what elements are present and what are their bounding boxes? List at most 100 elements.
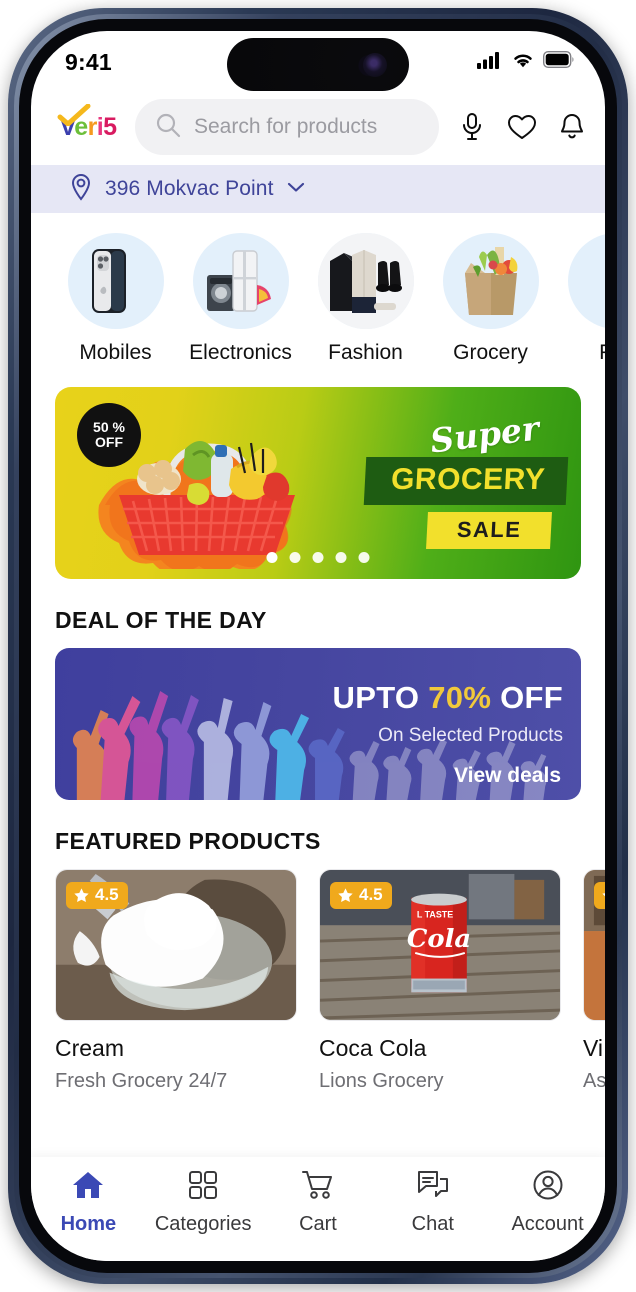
- deal-section-title: DEAL OF THE DAY: [55, 607, 267, 633]
- category-thumb: [567, 233, 605, 329]
- star-icon: [74, 887, 89, 902]
- carousel-dot-active[interactable]: [266, 552, 278, 563]
- product-card[interactable]: 4.5 Cream Fresh Grocery 24/7: [55, 869, 297, 1093]
- category-label: Electronics: [189, 341, 292, 364]
- product-seller: As: [583, 1070, 605, 1092]
- nav-label: Cart: [299, 1213, 337, 1235]
- smartphone-icon: [91, 249, 126, 313]
- discount-badge-off: OFF: [95, 434, 123, 450]
- deal-upto-word: UPTO: [332, 680, 420, 715]
- nav-item-categories[interactable]: Categories: [149, 1169, 257, 1236]
- category-label: Mobiles: [79, 341, 152, 364]
- product-seller: Fresh Grocery 24/7: [55, 1070, 228, 1092]
- category-label: Fashion: [328, 341, 403, 364]
- promo-subline-wrap: SALE: [425, 512, 552, 549]
- product-image: Cola L TASTE 4.5: [319, 869, 561, 1021]
- promo-headline: GROCERY: [363, 457, 569, 505]
- app-logo-text: Veri5: [57, 103, 117, 142]
- category-thumb: [442, 233, 539, 329]
- logo-letter-5: 5: [103, 112, 117, 141]
- product-image: 4.5: [55, 869, 297, 1021]
- status-bar: 9:41: [31, 31, 605, 93]
- user-circle-icon: [532, 1169, 564, 1206]
- category-thumb: [317, 233, 414, 329]
- clothing-icon: [317, 233, 414, 329]
- phone-screen: 9:41 Veri5 Search for products 396 Mokva…: [31, 31, 605, 1261]
- nav-item-home[interactable]: Home: [34, 1169, 142, 1236]
- location-bar[interactable]: 396 Mokvac Point: [31, 165, 605, 213]
- nav-label: Chat: [411, 1213, 454, 1235]
- shopping-cart-icon: [301, 1169, 335, 1206]
- category-label: Grocery: [453, 341, 528, 364]
- deal-headline: UPTO 70% OFF: [333, 680, 563, 716]
- product-name: Cream: [55, 1035, 125, 1061]
- cellular-bars-icon: [477, 51, 503, 74]
- category-item-fashion[interactable]: Fashion: [303, 233, 428, 365]
- category-item-grocery[interactable]: Grocery: [428, 233, 553, 365]
- rating-badge: 4.5: [330, 882, 392, 909]
- heart-icon[interactable]: [507, 111, 537, 143]
- deal-off-word: OFF: [500, 680, 563, 715]
- bell-icon[interactable]: [557, 111, 587, 143]
- grocery-bag-icon: [464, 247, 517, 315]
- carousel-dot[interactable]: [289, 552, 301, 563]
- product-name: Vi: [583, 1035, 604, 1061]
- chat-bubble-icon: [416, 1169, 450, 1206]
- category-item-electronics[interactable]: Electronics: [178, 233, 303, 365]
- status-bar-indicators: [477, 50, 575, 74]
- category-strip[interactable]: Mobiles Electronics Fashion Grocery: [31, 213, 605, 373]
- status-bar-clock: 9:41: [65, 48, 112, 75]
- nav-label: Home: [60, 1213, 117, 1235]
- search-bar[interactable]: Search for products: [135, 99, 439, 155]
- header-actions: [439, 111, 605, 143]
- category-item-personal-care[interactable]: Per: [553, 233, 605, 365]
- carousel-dots[interactable]: [266, 552, 370, 563]
- category-label: Per: [599, 341, 605, 365]
- screenshot-root: 9:41 Veri5 Search for products 396 Mokva…: [0, 0, 636, 1292]
- search-icon: [155, 112, 181, 143]
- carousel-dot[interactable]: [358, 552, 370, 563]
- category-item-mobiles[interactable]: Mobiles: [53, 233, 178, 365]
- svg-text:Cola: Cola: [407, 924, 471, 954]
- bottom-navigation: Home Categories Cart Chat Account: [31, 1157, 605, 1261]
- product-card[interactable]: 4.5 Vi As: [583, 869, 605, 1093]
- appliances-icon: [206, 250, 271, 312]
- front-camera-icon: [363, 52, 387, 77]
- carousel-dot[interactable]: [335, 552, 347, 563]
- deal-subtitle: On Selected Products: [378, 725, 563, 746]
- product-card[interactable]: Cola L TASTE 4.5 Coca Cola Lions Grocery: [319, 869, 561, 1093]
- chevron-down-icon[interactable]: [286, 180, 306, 199]
- category-thumb: [192, 233, 289, 329]
- search-input[interactable]: Search for products: [194, 115, 377, 139]
- featured-products-list[interactable]: 4.5 Cream Fresh Grocery 24/7 Cola L TAST…: [31, 869, 605, 1093]
- promo-banner-carousel[interactable]: 50 % OFF Super GROCERY SALE: [55, 387, 581, 579]
- rating-badge: 4.5: [594, 882, 605, 909]
- nav-item-cart[interactable]: Cart: [264, 1169, 372, 1236]
- check-mark-icon: [57, 103, 91, 126]
- product-name: Coca Cola: [319, 1035, 427, 1061]
- star-icon: [338, 887, 353, 902]
- grid-icon: [187, 1169, 219, 1206]
- nav-label: Account: [511, 1213, 584, 1235]
- microphone-icon[interactable]: [457, 111, 487, 143]
- discount-badge: 50 % OFF: [77, 403, 141, 467]
- app-logo[interactable]: Veri5: [45, 103, 131, 142]
- promo-headline-wrap: GROCERY: [363, 457, 569, 505]
- deal-banner-text: UPTO 70% OFF On Selected Products: [333, 680, 563, 747]
- product-seller: Lions Grocery: [319, 1070, 444, 1092]
- carousel-dot[interactable]: [312, 552, 324, 563]
- nav-item-chat[interactable]: Chat: [379, 1169, 487, 1236]
- view-deals-link[interactable]: View deals: [454, 764, 561, 788]
- category-thumb: [67, 233, 164, 329]
- home-scroll-content: Mobiles Electronics Fashion Grocery 50 %…: [31, 213, 605, 1157]
- nav-item-account[interactable]: Account: [494, 1169, 602, 1236]
- discount-badge-percent: 50 %: [93, 419, 125, 436]
- rating-value: 4.5: [95, 885, 119, 904]
- deal-of-the-day-banner[interactable]: UPTO 70% OFF On Selected Products View d…: [55, 648, 581, 800]
- wifi-icon: [511, 51, 535, 74]
- deal-percent: 70%: [428, 680, 492, 715]
- dynamic-island: [227, 38, 409, 91]
- svg-text:L TASTE: L TASTE: [417, 909, 453, 919]
- rating-value: 4.5: [359, 885, 383, 904]
- nav-label: Categories: [154, 1213, 252, 1235]
